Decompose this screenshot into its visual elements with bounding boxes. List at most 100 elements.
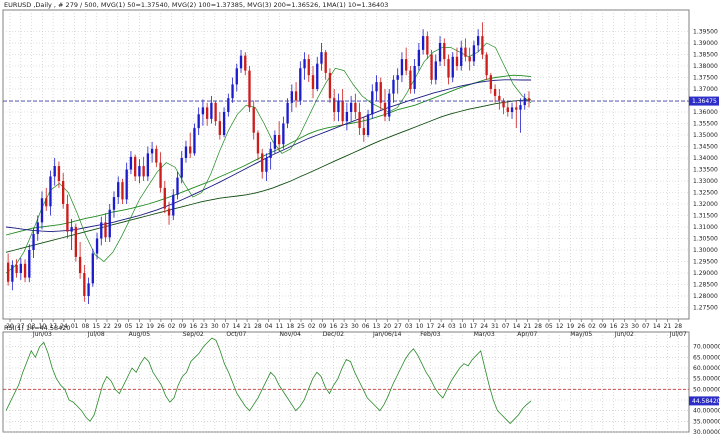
candle-body xyxy=(74,227,78,257)
candle-body xyxy=(375,82,378,92)
candle-body xyxy=(277,135,281,145)
price-tick-label: 1.34500 xyxy=(693,144,718,151)
price-tick-label: 1.39500 xyxy=(693,29,718,36)
candle-body xyxy=(112,197,116,210)
candle-body xyxy=(443,43,446,60)
candle-body xyxy=(244,55,247,71)
date-tick-label: 29 xyxy=(114,323,122,330)
date-tick-label: 07 xyxy=(502,323,510,330)
date-tick-label: 26 xyxy=(577,323,585,330)
candle-body xyxy=(172,194,175,216)
price-tick-label: 1.34000 xyxy=(693,155,718,162)
date-tick-label: 04 xyxy=(265,323,273,330)
month-label: Oct/07 xyxy=(226,331,246,338)
candle-body xyxy=(417,49,421,66)
candle-body xyxy=(405,59,408,71)
candle-body xyxy=(210,102,213,119)
rsi-tick-label: 30.00000 xyxy=(693,429,720,434)
candle-body xyxy=(383,102,387,117)
candle-body xyxy=(163,187,166,209)
date-tick-label: 02 xyxy=(168,323,176,330)
date-tick-label: 30 xyxy=(631,323,639,330)
price-tick-label: 1.31000 xyxy=(693,224,718,231)
candle-body xyxy=(523,98,526,106)
candle-body xyxy=(235,68,238,85)
current-price-label: 1.36475 xyxy=(692,98,717,105)
rsi-chart-title: RSI(1) 14=44.58420 xyxy=(4,324,71,332)
candle-body xyxy=(485,54,488,76)
date-tick-label: 16 xyxy=(189,323,197,330)
candle-body xyxy=(510,107,514,112)
candle-body xyxy=(476,36,480,46)
candle-body xyxy=(447,59,450,78)
date-tick-label: 30 xyxy=(351,323,359,330)
date-tick-label: 25 xyxy=(297,323,305,330)
candle-body xyxy=(222,112,226,135)
candle-body xyxy=(231,84,234,99)
date-tick-label: 26 xyxy=(157,323,165,330)
candle-body xyxy=(87,283,90,296)
price-tick-label: 1.35500 xyxy=(693,121,718,128)
candle-body xyxy=(506,107,509,112)
candle-body xyxy=(498,95,501,101)
candle-body xyxy=(366,114,370,135)
candle-body xyxy=(100,222,103,239)
rsi-current-label: 44.58420 xyxy=(692,398,720,405)
candle-body xyxy=(481,36,484,55)
date-tick-label: 24 xyxy=(480,323,488,330)
candle-body xyxy=(11,264,14,282)
candle-body xyxy=(256,132,260,154)
date-tick-label: 01 xyxy=(71,323,79,330)
candle-body xyxy=(227,98,230,112)
date-tick-label: 13 xyxy=(373,323,381,330)
date-tick-label: 17 xyxy=(427,323,435,330)
candle-body xyxy=(333,98,336,112)
candle-body xyxy=(214,102,217,122)
date-tick-label: 22 xyxy=(103,323,111,330)
date-tick-label: 08 xyxy=(82,323,90,330)
candle-body xyxy=(489,75,493,89)
candle-body xyxy=(409,70,412,89)
candle-body xyxy=(426,36,429,55)
candle-body xyxy=(167,208,171,216)
date-tick-label: 12 xyxy=(556,323,564,330)
candle-body xyxy=(303,59,306,69)
date-tick-label: 18 xyxy=(286,323,294,330)
date-tick-label: 12 xyxy=(136,323,144,330)
price-tick-label: 1.28000 xyxy=(693,293,718,300)
candle-body xyxy=(193,128,196,154)
date-tick-label: 16 xyxy=(610,323,618,330)
month-label: May/05 xyxy=(570,331,592,338)
candle-body xyxy=(180,158,183,178)
date-tick-label: 21 xyxy=(243,323,251,330)
price-pane-frame xyxy=(2,9,690,320)
date-tick-label: 31 xyxy=(491,323,499,330)
candle-body xyxy=(345,112,349,122)
price-tick-label: 1.32500 xyxy=(693,190,718,197)
candle-body xyxy=(392,79,395,94)
date-tick-label: 05 xyxy=(545,323,553,330)
candle-body xyxy=(337,100,340,112)
candle xyxy=(91,248,94,287)
candle-body xyxy=(40,198,44,223)
date-tick-label: 30 xyxy=(211,323,219,330)
candle-body xyxy=(146,153,150,177)
candle-body xyxy=(519,105,522,110)
candle-body xyxy=(32,233,35,250)
price-tick-label: 1.37500 xyxy=(693,75,718,82)
rsi-tick-label: 50.00000 xyxy=(693,386,720,393)
candle-body xyxy=(388,93,391,117)
candle-body xyxy=(70,227,73,232)
candle-body xyxy=(95,238,99,254)
date-tick-label: 05 xyxy=(125,323,133,330)
date-tick-label: 28 xyxy=(534,323,542,330)
candle-body xyxy=(150,148,154,154)
candle-body xyxy=(349,102,353,112)
month-label: Jul/07 xyxy=(669,331,687,338)
candle-body xyxy=(269,148,272,158)
candle-body xyxy=(104,222,107,238)
candle-body xyxy=(23,263,27,278)
candle-body xyxy=(261,153,264,172)
price-tick-label: 1.35000 xyxy=(693,132,718,139)
date-tick-label: 19 xyxy=(567,323,575,330)
